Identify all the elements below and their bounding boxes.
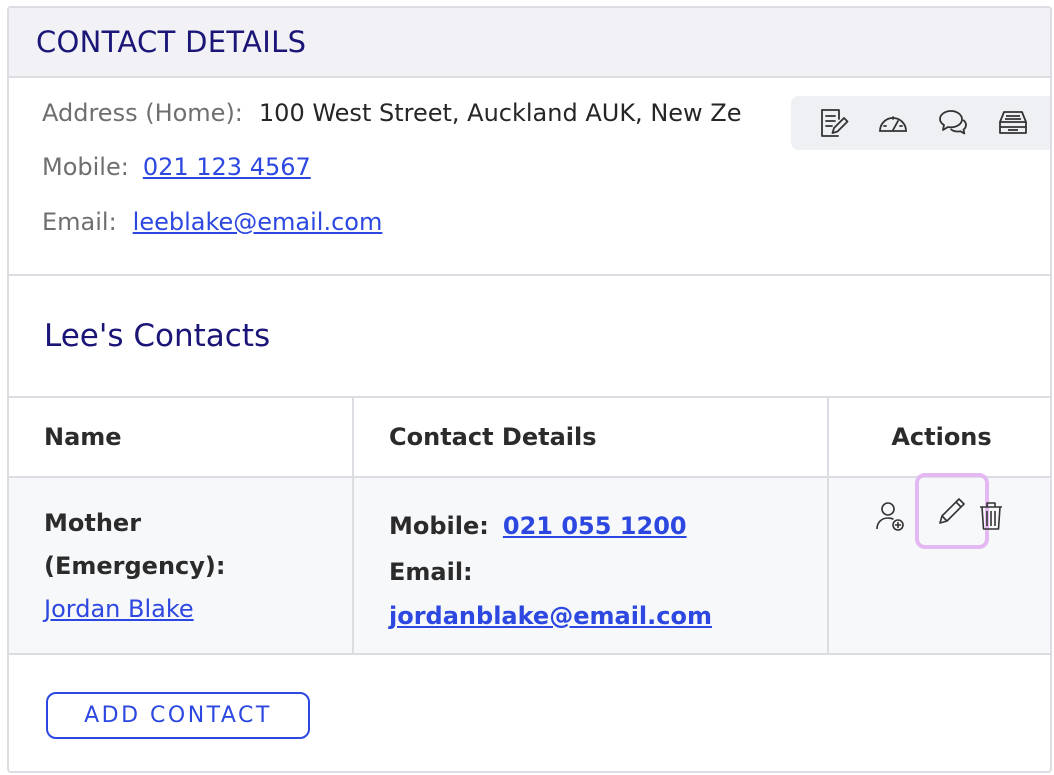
contact-mobile-link[interactable]: 021 055 1200 <box>503 504 687 548</box>
relation-label: Mother <box>44 509 142 537</box>
add-person-icon[interactable] <box>871 496 911 536</box>
column-header-contact-details: Contact Details <box>352 396 828 478</box>
trash-icon[interactable] <box>971 496 1011 536</box>
contacts-table: Name Contact Details Actions Mother (Eme… <box>9 396 1050 655</box>
inbox-tray-icon[interactable] <box>995 105 1031 141</box>
email-link[interactable]: leeblake@email.com <box>133 208 383 236</box>
address-label: Address (Home): <box>42 99 243 127</box>
table-row: Mother (Emergency): Jordan Blake Mobile:… <box>9 473 1050 655</box>
contact-mobile-row: Mobile: 021 055 1200 <box>389 504 827 548</box>
name-cell: Mother (Emergency): Jordan Blake <box>9 476 353 655</box>
contact-name-link[interactable]: Jordan Blake <box>44 595 194 623</box>
mobile-label: Mobile: <box>42 153 129 181</box>
column-header-actions: Actions <box>827 396 1050 478</box>
contact-details-section: Address (Home): 100 West Street, Aucklan… <box>9 78 1050 276</box>
mobile-link[interactable]: 021 123 4567 <box>143 153 311 181</box>
address-row: Address (Home): 100 West Street, Aucklan… <box>42 99 742 127</box>
table-header-row: Name Contact Details Actions <box>9 396 1050 478</box>
chat-bubbles-icon[interactable] <box>935 105 971 141</box>
contact-details-cell: Mobile: 021 055 1200 Email: jordanblake@… <box>352 476 828 655</box>
card-header: CONTACT DETAILS <box>9 8 1050 78</box>
email-label: Email: <box>42 208 117 236</box>
notes-icon[interactable] <box>815 105 851 141</box>
email-row: Email: leeblake@email.com <box>42 208 382 236</box>
relation-qualifier: (Emergency): <box>44 552 226 580</box>
page-title: CONTACT DETAILS <box>36 25 307 59</box>
contact-email-label: Email: <box>389 558 473 586</box>
contact-email-link[interactable]: jordanblake@email.com <box>389 596 827 636</box>
contact-details-card: CONTACT DETAILS Address (Home): 100 West… <box>7 6 1052 773</box>
contacts-header: Lee's Contacts <box>9 276 1050 396</box>
dashboard-gauge-icon[interactable] <box>875 105 911 141</box>
add-contact-button[interactable]: ADD CONTACT <box>46 692 310 739</box>
actions-cell <box>827 473 1050 655</box>
contacts-title: Lee's Contacts <box>44 318 271 354</box>
contact-mobile-label: Mobile: <box>389 512 489 540</box>
floating-toolbar <box>791 96 1050 150</box>
mobile-row: Mobile: 021 123 4567 <box>42 153 311 181</box>
column-header-name: Name <box>9 396 353 478</box>
address-value: 100 West Street, Auckland AUK, New Ze <box>258 99 742 127</box>
